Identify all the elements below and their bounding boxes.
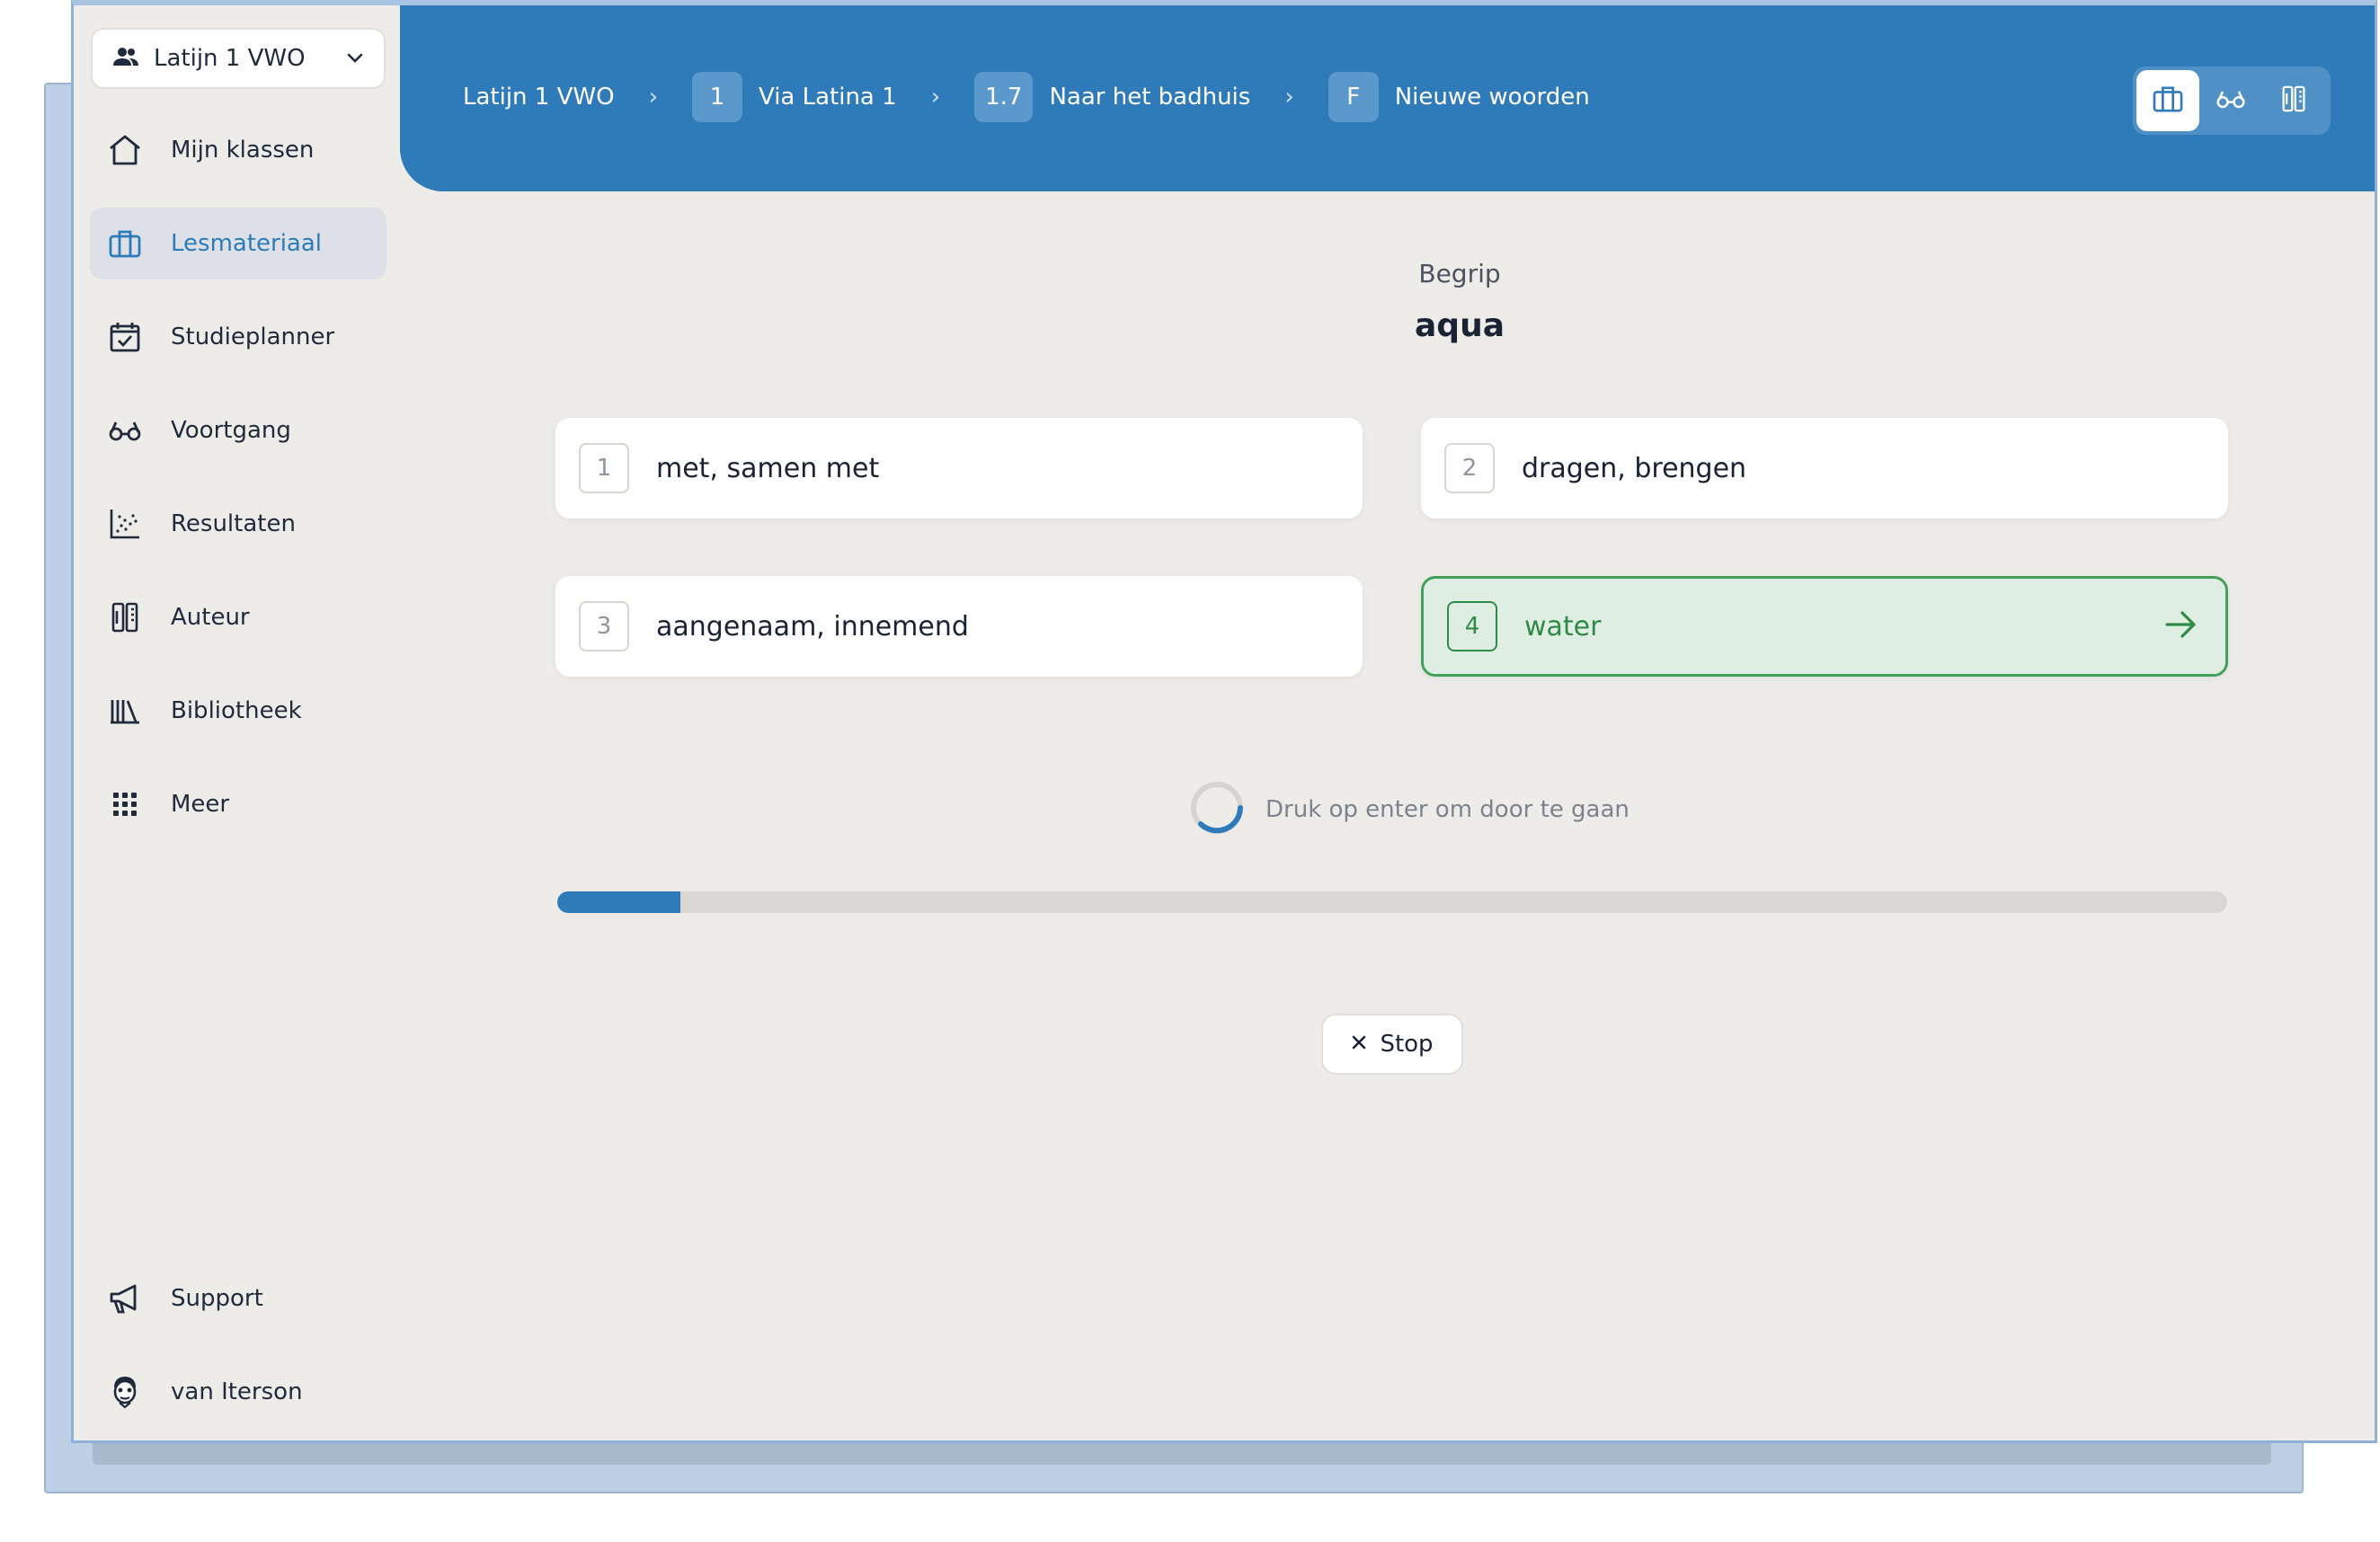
chevron-right-icon: › bbox=[648, 84, 658, 111]
sidebar-item-label: Voortgang bbox=[171, 417, 291, 444]
sidebar-item-auteur[interactable]: Auteur bbox=[90, 581, 386, 653]
sidebar: Latijn 1 VWO Mijn klassen Lesmateriaal S… bbox=[74, 5, 400, 1440]
term-word: aqua bbox=[1415, 307, 1505, 344]
view-voortgang-button[interactable] bbox=[2199, 70, 2262, 131]
sidebar-item-voortgang[interactable]: Voortgang bbox=[90, 394, 386, 466]
class-selector[interactable]: Latijn 1 VWO bbox=[91, 28, 386, 89]
header-bar: Latijn 1 VWO › 1 Via Latina 1 › 1.7 Naar… bbox=[400, 5, 2375, 191]
continue-hint-text: Druk op enter om door te gaan bbox=[1265, 796, 1630, 823]
grid-icon bbox=[106, 785, 144, 823]
sidebar-item-label: Meer bbox=[171, 791, 230, 818]
breadcrumb-section-badge: F bbox=[1328, 72, 1379, 122]
continue-hint: Druk op enter om door te gaan bbox=[1188, 780, 1630, 839]
briefcase-icon bbox=[2152, 84, 2184, 117]
sidebar-item-label: Studieplanner bbox=[171, 323, 335, 350]
sidebar-item-label: van Iterson bbox=[171, 1378, 303, 1405]
progress-bar-fill bbox=[557, 891, 681, 913]
answer-option-4[interactable]: 4 water bbox=[1421, 576, 2228, 677]
scatter-chart-icon bbox=[106, 505, 144, 543]
users-icon bbox=[112, 47, 139, 70]
arrow-right-icon bbox=[2164, 610, 2198, 642]
term-label: Begrip bbox=[1418, 259, 1501, 288]
loading-spinner-icon bbox=[1188, 779, 1246, 840]
view-lesmateriaal-button[interactable] bbox=[2136, 70, 2199, 131]
books-icon bbox=[106, 692, 144, 730]
sidebar-item-meer[interactable]: Meer bbox=[90, 768, 386, 840]
breadcrumb-chapter-badge: 1.7 bbox=[974, 72, 1034, 122]
option-number: 1 bbox=[579, 443, 629, 493]
sidebar-item-resultaten[interactable]: Resultaten bbox=[90, 488, 386, 560]
chevron-right-icon: › bbox=[1284, 84, 1294, 111]
option-number: 3 bbox=[579, 601, 629, 651]
author-icon bbox=[2281, 84, 2306, 117]
breadcrumb-course[interactable]: Latijn 1 VWO bbox=[463, 84, 615, 111]
breadcrumb-book-badge: 1 bbox=[691, 72, 742, 122]
chevron-down-icon bbox=[346, 50, 364, 67]
sidebar-item-label: Auteur bbox=[171, 604, 250, 631]
sidebar-item-lesmateriaal[interactable]: Lesmateriaal bbox=[90, 208, 386, 279]
option-number: 2 bbox=[1444, 443, 1495, 493]
sidebar-item-label: Mijn klassen bbox=[171, 137, 315, 164]
chevron-right-icon: › bbox=[930, 84, 941, 111]
megaphone-icon bbox=[106, 1280, 144, 1317]
home-icon bbox=[106, 131, 144, 169]
stop-button-label: Stop bbox=[1380, 1031, 1434, 1058]
sidebar-item-support[interactable]: Support bbox=[90, 1263, 386, 1334]
sidebar-item-profile[interactable]: van Iterson bbox=[90, 1356, 386, 1428]
glasses-icon bbox=[106, 412, 144, 449]
breadcrumb: Latijn 1 VWO › 1 Via Latina 1 › 1.7 Naar… bbox=[463, 72, 1590, 122]
sidebar-item-label: Lesmateriaal bbox=[171, 230, 323, 257]
author-icon bbox=[106, 598, 144, 636]
breadcrumb-book[interactable]: Via Latina 1 bbox=[759, 84, 897, 111]
sidebar-item-label: Resultaten bbox=[171, 510, 296, 537]
calendar-check-icon bbox=[106, 318, 144, 356]
briefcase-icon bbox=[106, 225, 144, 262]
app-window: Latijn 1 VWO Mijn klassen Lesmateriaal S… bbox=[71, 0, 2377, 1443]
sidebar-item-label: Bibliotheek bbox=[171, 697, 302, 724]
view-auteur-button[interactable] bbox=[2262, 70, 2325, 131]
avatar-icon bbox=[106, 1373, 144, 1411]
option-number: 4 bbox=[1447, 601, 1497, 651]
answer-option-1[interactable]: 1 met, samen met bbox=[555, 418, 1363, 518]
answer-option-2[interactable]: 2 dragen, brengen bbox=[1421, 418, 2228, 518]
view-toggle bbox=[2133, 66, 2331, 135]
option-text: water bbox=[1524, 610, 1602, 642]
breadcrumb-chapter[interactable]: Naar het badhuis bbox=[1049, 84, 1250, 111]
sidebar-item-mijn-klassen[interactable]: Mijn klassen bbox=[90, 114, 386, 186]
progress-bar bbox=[557, 891, 2227, 913]
sidebar-item-label: Support bbox=[171, 1285, 263, 1312]
glasses-icon bbox=[2216, 89, 2246, 112]
sidebar-item-bibliotheek[interactable]: Bibliotheek bbox=[90, 675, 386, 747]
class-selector-label: Latijn 1 VWO bbox=[154, 45, 306, 72]
sidebar-item-studieplanner[interactable]: Studieplanner bbox=[90, 301, 386, 373]
breadcrumb-section[interactable]: Nieuwe woorden bbox=[1395, 84, 1590, 111]
close-icon bbox=[1351, 1034, 1367, 1054]
option-text: aangenaam, innemend bbox=[656, 610, 969, 642]
option-text: dragen, brengen bbox=[1522, 452, 1747, 484]
option-text: met, samen met bbox=[656, 452, 880, 484]
answer-option-3[interactable]: 3 aangenaam, innemend bbox=[555, 576, 1363, 677]
stop-button[interactable]: Stop bbox=[1321, 1014, 1463, 1075]
